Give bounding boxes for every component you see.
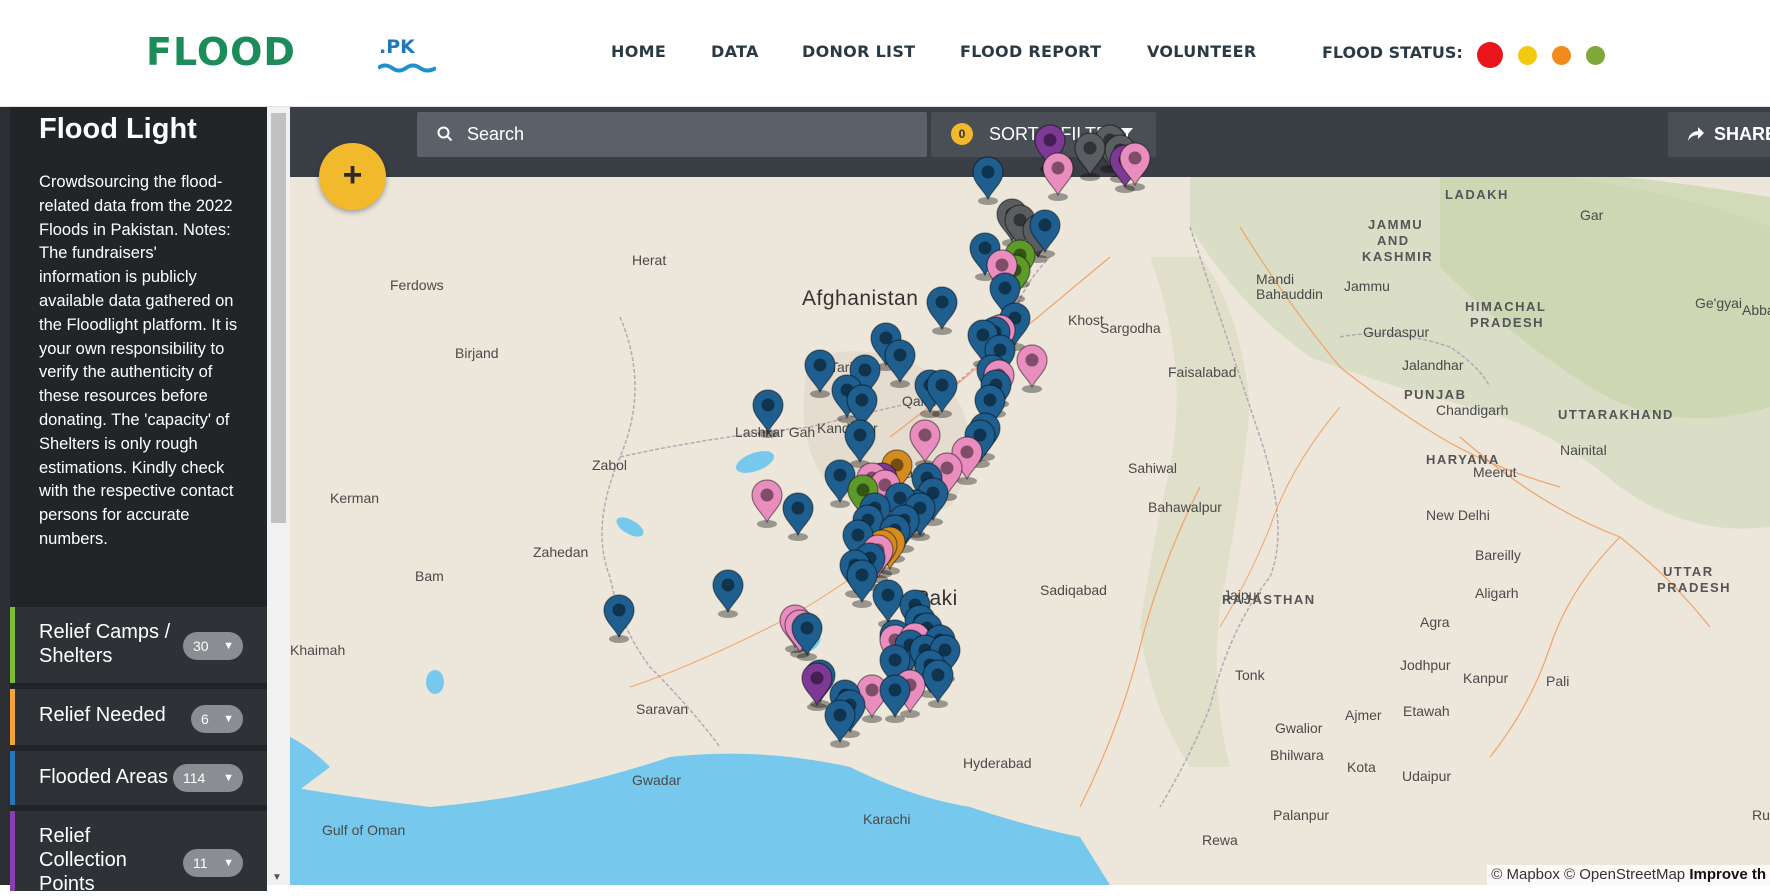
gray-map-pin[interactable] <box>1074 132 1106 181</box>
count-value: 6 <box>201 711 209 727</box>
sidebar-title: Flood Light <box>39 113 197 145</box>
sidebar-description: Crowdsourcing the flood-related data fro… <box>39 173 238 548</box>
flood-area-pin[interactable] <box>712 569 744 618</box>
scroll-down-icon[interactable]: ▼ <box>272 872 282 883</box>
flood-area-pin[interactable] <box>752 389 784 438</box>
nav-volunteer[interactable]: VOLUNTEER <box>1147 42 1257 61</box>
logo-main-text: FLOOD <box>146 30 296 74</box>
improve-map-link[interactable]: Improve th <box>1689 866 1766 883</box>
pink-map-pin[interactable] <box>751 479 783 528</box>
nav-home[interactable]: HOME <box>611 42 666 61</box>
count-value: 114 <box>183 770 206 786</box>
flood-area-pin[interactable] <box>844 419 876 468</box>
chevron-down-icon: ▼ <box>223 713 234 725</box>
category-relief-collection[interactable]: Relief Collection Points 11 ▼ <box>10 811 267 895</box>
category-count-badge[interactable]: 11 ▼ <box>183 849 243 877</box>
nav-donor-list[interactable]: DONOR LIST <box>802 42 915 61</box>
category-label: Relief Needed <box>39 704 166 726</box>
chevron-down-icon: ▼ <box>223 640 234 652</box>
flood-area-pin[interactable] <box>603 594 635 643</box>
category-count-badge[interactable]: 114 ▼ <box>173 764 243 792</box>
map-markers <box>603 124 1151 748</box>
flood-status-label: FLOOD STATUS: <box>1322 43 1463 62</box>
flood-area-pin[interactable] <box>884 339 916 388</box>
status-dot-green <box>1586 46 1605 65</box>
status-dot-red <box>1477 42 1503 68</box>
category-count-badge[interactable]: 6 ▼ <box>191 705 243 733</box>
category-label: Relief Camps / Shelters <box>39 621 171 667</box>
count-value: 30 <box>193 638 209 654</box>
attribution-text: © Mapbox © OpenStreetMap <box>1491 866 1690 883</box>
category-relief-needed[interactable]: Relief Needed 6 ▼ <box>10 689 267 745</box>
scrollbar-thumb[interactable] <box>271 113 286 523</box>
flood-area-pin[interactable] <box>846 559 878 608</box>
map-view[interactable]: Herat Ferdows Afghanistan Birjand Tarink… <box>290 107 1770 885</box>
count-value: 11 <box>193 855 208 871</box>
floodpk-logo[interactable]: FLOOD .PK <box>146 30 436 80</box>
flood-area-pin[interactable] <box>804 349 836 398</box>
wave-icon <box>378 63 436 73</box>
map-attribution[interactable]: © Mapbox © OpenStreetMap Improve th <box>1487 865 1770 885</box>
flood-area-pin[interactable] <box>782 492 814 541</box>
nav-data[interactable]: DATA <box>711 42 759 61</box>
nav-flood-report[interactable]: FLOOD REPORT <box>960 42 1101 61</box>
status-dot-orange <box>1552 46 1571 65</box>
flood-area-pin[interactable] <box>824 699 856 748</box>
flood-area-pin[interactable] <box>922 659 954 708</box>
flood-area-pin[interactable] <box>972 156 1004 205</box>
category-label: Relief Collection Points <box>39 825 127 895</box>
logo-sup-text: .PK <box>379 36 415 58</box>
status-dot-yellow <box>1518 46 1537 65</box>
sidebar-scrollbar[interactable]: ▼ <box>267 107 290 885</box>
category-label: Flooded Areas <box>39 766 168 788</box>
chevron-down-icon: ▼ <box>223 772 234 784</box>
category-flooded-areas[interactable]: Flooded Areas 114 ▼ <box>10 751 267 805</box>
category-relief-camps[interactable]: Relief Camps / Shelters 30 ▼ <box>10 607 267 683</box>
category-count-badge[interactable]: 30 ▼ <box>183 632 243 660</box>
flood-area-pin[interactable] <box>926 286 958 335</box>
pink-map-pin[interactable] <box>1042 152 1074 201</box>
site-header: FLOOD .PK HOME DATA DONOR LIST FLOOD REP… <box>0 0 1770 107</box>
pink-map-pin[interactable] <box>1016 344 1048 393</box>
chevron-down-icon: ▼ <box>223 857 234 869</box>
